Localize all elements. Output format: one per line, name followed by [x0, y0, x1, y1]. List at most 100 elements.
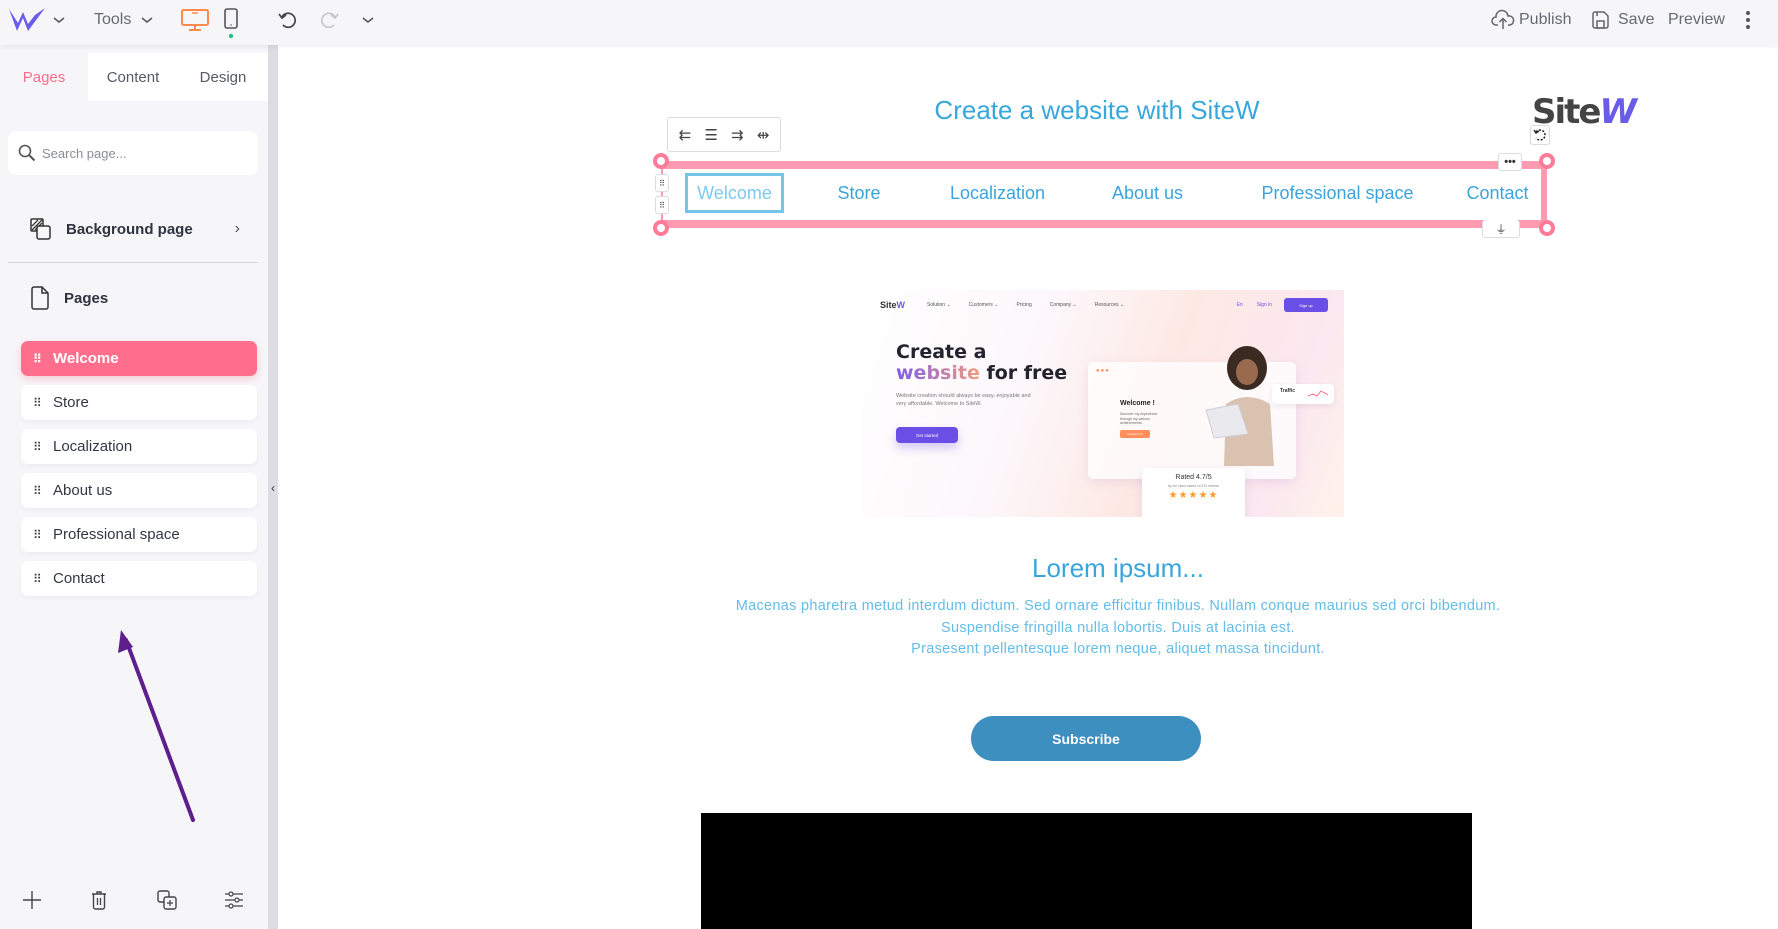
pages-section-label: Pages — [64, 289, 109, 307]
drag-handle-icon[interactable]: ⠿ — [33, 353, 43, 365]
nav-link-welcome[interactable]: Welcome — [685, 173, 784, 213]
align-center-icon[interactable]: ☰ — [704, 126, 717, 144]
add-page-button[interactable] — [17, 885, 47, 915]
drag-handle-icon[interactable]: ⠿ — [33, 485, 43, 497]
woman-with-laptop-illustration — [1205, 346, 1274, 466]
hero-mock-traffic-card: Traffic — [1272, 384, 1334, 404]
subscribe-button[interactable]: Subscribe — [971, 716, 1201, 761]
trend-line-icon — [1308, 390, 1328, 397]
publish-button[interactable]: Publish — [1491, 0, 1571, 40]
chevron-right-icon: › — [234, 220, 240, 237]
page-settings-button[interactable] — [219, 885, 249, 915]
nav-link-contact[interactable]: Contact — [1440, 173, 1555, 213]
publish-label: Publish — [1519, 11, 1572, 28]
nav-link-about-us[interactable]: About us — [1085, 173, 1210, 213]
duplicate-page-button[interactable] — [152, 885, 182, 915]
top-toolbar: Tools Publish Save Preview — [0, 0, 1778, 45]
logo-menu-chevron-icon[interactable] — [52, 0, 66, 40]
align-right-icon[interactable]: ⇉ — [731, 126, 744, 144]
sitew-logo-button[interactable] — [8, 0, 46, 40]
vertical-dots-icon — [1746, 11, 1750, 29]
sidebar-bottom-toolbar — [0, 885, 268, 925]
drag-move-handle-icon[interactable]: ⠿ — [655, 196, 669, 214]
page-item-localization[interactable]: ⠿ Localization — [21, 429, 257, 464]
page-item-label: Store — [53, 394, 89, 411]
preview-button[interactable]: Preview — [1668, 0, 1725, 40]
insert-below-icon[interactable]: ⏚ — [1482, 220, 1520, 238]
page-item-professional-space[interactable]: ⠿ Professional space — [21, 517, 257, 552]
desktop-icon — [181, 9, 209, 31]
collapse-sidebar-chevron-icon[interactable]: ‹ — [268, 478, 278, 498]
background-page-label: Background page — [66, 220, 193, 238]
hero-mock-subtext: Website creation should always be easy, … — [896, 393, 1031, 407]
save-button[interactable]: Save — [1590, 0, 1654, 40]
nav-link-localization[interactable]: Localization — [925, 173, 1070, 213]
drag-move-handle-icon[interactable]: ⠿ — [655, 174, 669, 192]
hero-mock-button: Contact me — [1120, 430, 1150, 438]
drag-handle-icon[interactable]: ⠿ — [33, 397, 43, 409]
hero-mock-menu-item: Company ⌄ — [1049, 302, 1077, 308]
page-item-about-us[interactable]: ⠿ About us — [21, 473, 257, 508]
section-paragraph[interactable]: Macenas pharetra metud interdum dictum. … — [620, 596, 1616, 661]
hero-mock-cta: Get started — [896, 427, 958, 443]
undo-button[interactable] — [277, 0, 299, 40]
hero-mock-menu-item: Resources ⌄ — [1094, 302, 1125, 308]
more-options-button[interactable] — [1744, 0, 1752, 40]
page-item-label: About us — [53, 482, 113, 499]
duplicate-icon — [157, 890, 177, 910]
page-item-store[interactable]: ⠿ Store — [21, 385, 257, 420]
desktop-view-button[interactable] — [180, 0, 210, 40]
sidebar-tabs: Pages Content Design — [0, 53, 268, 101]
drag-handle-icon[interactable]: ⠿ — [33, 573, 43, 585]
hero-mock-menu-item: Pricing — [1016, 302, 1032, 308]
save-icon — [1592, 11, 1609, 29]
site-logo-w: W — [1599, 92, 1636, 132]
align-left-icon[interactable]: ⇇ — [679, 126, 692, 144]
more-options-dots-icon[interactable]: ••• — [1498, 153, 1522, 171]
justify-stretch-icon[interactable]: ⇹ — [757, 126, 770, 144]
hero-mock-nav: SiteW Solution ⌄ Customers ⌄ Pricing Com… — [880, 298, 1328, 312]
hero-mock-lang: En — [1236, 302, 1243, 308]
resize-handle-bottom-left[interactable] — [653, 220, 669, 236]
hero-image[interactable]: SiteW Solution ⌄ Customers ⌄ Pricing Com… — [862, 290, 1344, 517]
paragraph-line: Prasesent pellentesque lorem neque, aliq… — [911, 641, 1325, 657]
resize-handle-top-right[interactable] — [1539, 153, 1555, 169]
nav-link-professional-space[interactable]: Professional space — [1225, 173, 1450, 213]
delete-page-button[interactable] — [84, 885, 114, 915]
background-page-row[interactable]: Background page › — [30, 214, 240, 244]
drag-handle-icon[interactable]: ⠿ — [33, 529, 43, 541]
mobile-view-button[interactable] — [222, 0, 240, 40]
section-heading[interactable]: Lorem ipsum... — [868, 553, 1368, 584]
hero-mock-headline: Create a website for free — [896, 341, 1068, 384]
page-item-contact[interactable]: ⠿ Contact — [21, 561, 257, 596]
preview-label: Preview — [1668, 11, 1725, 28]
page-document-icon — [31, 286, 49, 310]
cloud-upload-icon — [1491, 9, 1515, 29]
hero-mock-signup: Sign up — [1284, 298, 1328, 312]
search-page-input[interactable] — [42, 145, 242, 161]
page-item-label: Contact — [53, 570, 105, 587]
video-embed-block[interactable] — [701, 813, 1472, 929]
background-layers-icon — [30, 218, 51, 240]
search-icon — [18, 144, 36, 162]
history-menu-chevron-icon[interactable] — [362, 0, 374, 40]
redo-button[interactable] — [318, 0, 340, 40]
mobile-icon — [224, 8, 238, 39]
tab-pages[interactable]: Pages — [0, 53, 88, 101]
chevron-down-icon — [141, 17, 153, 23]
page-item-label: Localization — [53, 438, 133, 455]
sidebar-divider — [8, 262, 258, 263]
page-item-label: Professional space — [53, 526, 180, 543]
reset-rotation-button[interactable] — [1530, 125, 1550, 145]
paragraph-line: Suspendise fringilla nulla lobortis. Dui… — [941, 619, 1295, 636]
tab-content[interactable]: Content — [88, 53, 178, 101]
resize-handle-top-left[interactable] — [653, 153, 669, 169]
tools-menu-button[interactable]: Tools — [94, 0, 153, 40]
tab-design[interactable]: Design — [178, 53, 268, 101]
site-title-text[interactable]: Create a website with SiteW — [847, 95, 1347, 126]
drag-handle-icon[interactable]: ⠿ — [33, 441, 43, 453]
page-item-welcome[interactable]: ⠿ Welcome — [21, 341, 257, 376]
nav-link-store[interactable]: Store — [824, 173, 894, 213]
left-sidebar: Pages Content Design Background page › P… — [0, 45, 268, 929]
resize-handle-bottom-right[interactable] — [1539, 220, 1555, 236]
